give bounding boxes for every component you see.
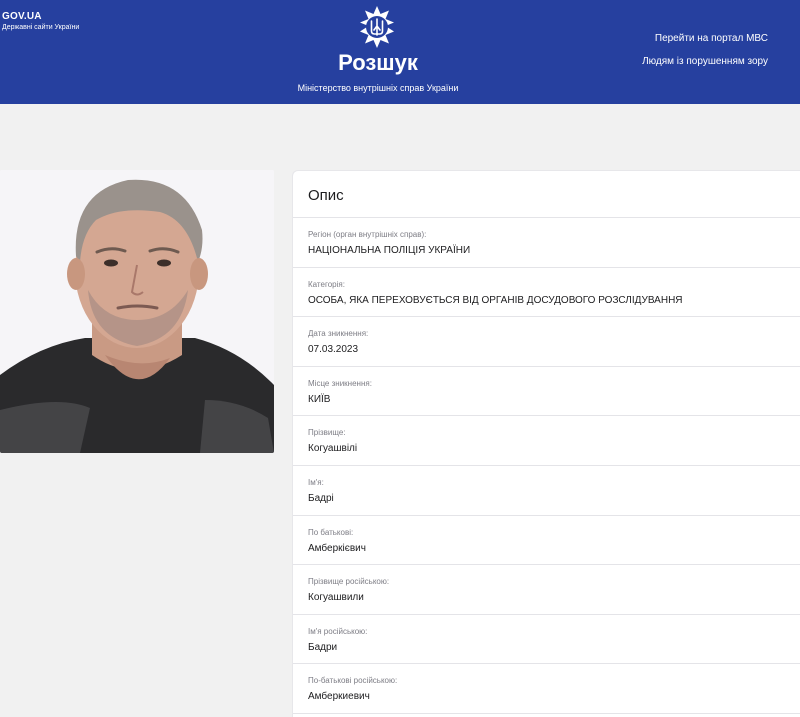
field-value: Бадрі	[308, 492, 334, 504]
field-value: Когуашвілі	[308, 443, 358, 455]
field-surname-russian: Прізвище російською: Когуашвили	[293, 565, 800, 615]
field-first-name-russian: Ім'я російською: Бадри	[293, 615, 800, 665]
field-value: Амберкієвич	[308, 542, 366, 554]
field-label: Категорія:	[308, 279, 345, 289]
field-label: Прізвище:	[308, 428, 346, 438]
field-label: По батькові:	[308, 527, 354, 537]
trident-icon[interactable]	[356, 6, 398, 48]
field-label: Ім'я:	[308, 477, 324, 487]
field-patronymic-russian: По-батькові російською: Амберкиевич	[293, 664, 800, 714]
field-label: Прізвище російською:	[308, 577, 390, 587]
field-value: КИЇВ	[308, 393, 331, 405]
accessibility-link[interactable]: Людям із порушенням зору	[642, 56, 768, 67]
gov-ua-subtitle: Державні сайти України	[2, 24, 80, 31]
field-label: Дата зникнення:	[308, 329, 369, 339]
gov-ua-logo[interactable]: GOV.UA Державні сайти України	[2, 11, 79, 31]
ministry-subtitle: Міністерство внутрішніх справ України	[297, 83, 459, 93]
field-category: Категорія: ОСОБА, ЯКА ПЕРЕХОВУЄТЬСЯ ВІД …	[293, 268, 800, 318]
field-value: Амберкиевич	[308, 691, 370, 703]
field-disappearance-place: Місце зникнення: КИЇВ	[293, 367, 800, 417]
person-photo	[0, 170, 274, 453]
person-photo-image	[0, 170, 274, 453]
field-value: 07.03.2023	[308, 344, 359, 356]
site-header: GOV.UA Державні сайти України Розшук Мін…	[0, 0, 800, 104]
field-disappearance-date: Дата зникнення: 07.03.2023	[293, 317, 800, 367]
field-surname: Прізвище: Когуашвілі	[293, 416, 800, 466]
field-first-name: Ім'я: Бадрі	[293, 466, 800, 516]
field-value: Бадри	[308, 641, 338, 653]
mvs-portal-link[interactable]: Перейти на портал МВС	[655, 33, 768, 44]
field-label: По-батькові російською:	[308, 676, 398, 686]
gov-ua-wordmark[interactable]: GOV.UA	[2, 11, 79, 22]
field-value: Когуашвили	[308, 592, 364, 604]
field-label: Регіон (орган внутрішніх справ):	[308, 230, 427, 239]
description-card: Опис Регіон (орган внутрішніх справ): НА…	[292, 170, 800, 717]
description-title: Опис	[293, 171, 800, 218]
field-patronymic: По батькові: Амберкієвич	[293, 516, 800, 566]
field-region: Регіон (орган внутрішніх справ): НАЦІОНА…	[293, 218, 800, 268]
field-value: НАЦІОНАЛЬНА ПОЛІЦІЯ УКРАЇНИ	[308, 245, 471, 256]
field-label: Місце зникнення:	[308, 378, 372, 388]
field-label: Ім'я російською:	[308, 626, 368, 636]
field-value: ОСОБА, ЯКА ПЕРЕХОВУЄТЬСЯ ВІД ОРГАНІВ ДОС…	[308, 294, 683, 306]
